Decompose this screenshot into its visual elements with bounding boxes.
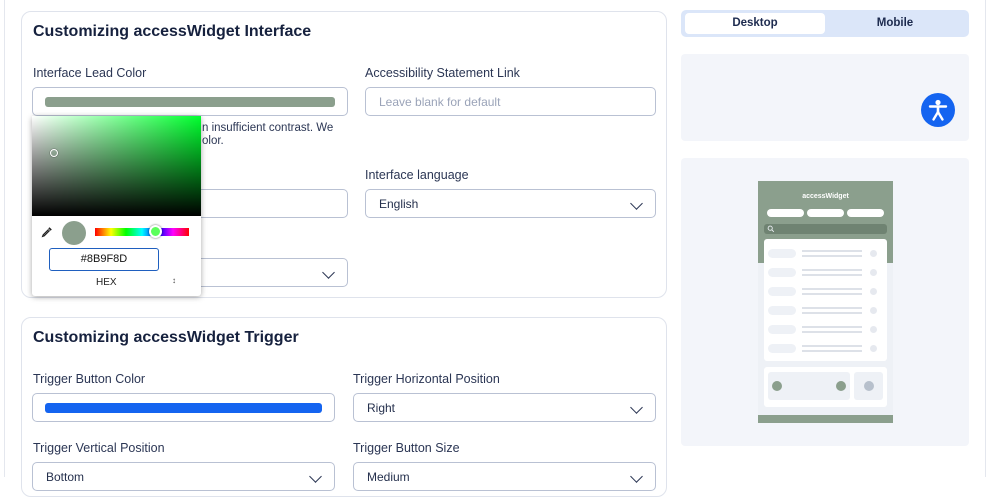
saturation-handle[interactable] bbox=[50, 149, 58, 157]
button-size-label: Trigger Button Size bbox=[353, 441, 460, 455]
trigger-color-input[interactable] bbox=[32, 393, 335, 422]
list-item bbox=[764, 323, 887, 335]
vertical-position-label: Trigger Vertical Position bbox=[33, 441, 165, 455]
interface-card-title: Customizing accessWidget Interface bbox=[33, 23, 312, 40]
trigger-color-preview-bar bbox=[45, 403, 322, 413]
widget-preview-minus bbox=[772, 381, 782, 391]
widget-preview-pill bbox=[767, 209, 804, 217]
search-icon bbox=[767, 225, 775, 233]
hue-slider[interactable] bbox=[95, 228, 189, 236]
trigger-color-label: Trigger Button Color bbox=[33, 372, 146, 386]
list-item bbox=[764, 304, 887, 316]
statement-link-placeholder: Leave blank for default bbox=[379, 95, 501, 109]
device-toggle: Desktop Mobile bbox=[681, 10, 969, 37]
vertical-position-value: Bottom bbox=[46, 470, 85, 484]
list-item bbox=[764, 266, 887, 278]
horizontal-position-value: Right bbox=[367, 401, 396, 415]
saturation-value-area[interactable] bbox=[32, 116, 201, 216]
widget-preview-pill bbox=[847, 209, 884, 217]
horizontal-position-select[interactable]: Right bbox=[353, 393, 656, 422]
widget-preview-bottom bbox=[764, 367, 887, 407]
chevron-down-icon bbox=[322, 266, 335, 279]
trigger-card-title: Customizing accessWidget Trigger bbox=[33, 329, 299, 346]
language-value: English bbox=[379, 197, 419, 211]
widget-preview-reset bbox=[854, 372, 883, 400]
accessibility-person-icon bbox=[928, 99, 948, 121]
tab-desktop[interactable]: Desktop bbox=[685, 13, 825, 34]
statement-link-input[interactable]: Leave blank for default bbox=[365, 87, 656, 116]
statement-link-label: Accessibility Statement Link bbox=[365, 66, 520, 80]
widget-preview-mock: accessWidget bbox=[758, 181, 893, 423]
widget-preview-slider bbox=[768, 372, 850, 400]
button-size-value: Medium bbox=[367, 470, 410, 484]
widget-preview-list bbox=[764, 239, 887, 361]
chevron-down-icon bbox=[630, 401, 643, 414]
language-select[interactable]: English bbox=[365, 189, 656, 218]
widget-preview-search bbox=[764, 224, 887, 234]
color-picker-popover: #8B9F8D HEX ↕ bbox=[32, 116, 201, 296]
widget-preview-plus bbox=[836, 381, 846, 391]
current-color-swatch bbox=[62, 221, 86, 245]
hex-value-input[interactable]: #8B9F8D bbox=[49, 248, 159, 271]
hue-slider-handle[interactable] bbox=[149, 225, 162, 238]
lead-color-input[interactable] bbox=[32, 87, 348, 116]
widget-preview-pill bbox=[807, 209, 844, 217]
color-mode-label[interactable]: HEX bbox=[96, 277, 117, 288]
contrast-warning-line-2: olor. bbox=[202, 135, 224, 147]
lead-color-preview-bar bbox=[45, 97, 335, 107]
list-item bbox=[764, 342, 887, 354]
accessibility-trigger-button[interactable] bbox=[921, 93, 955, 127]
list-item bbox=[764, 247, 887, 259]
tab-mobile[interactable]: Mobile bbox=[825, 13, 965, 34]
language-label: Interface language bbox=[365, 168, 469, 182]
horizontal-position-label: Trigger Horizontal Position bbox=[353, 372, 500, 386]
contrast-warning-line-1: n insufficient contrast. We bbox=[202, 122, 334, 134]
eyedropper-icon[interactable] bbox=[41, 226, 53, 238]
widget-preview-footer bbox=[758, 415, 893, 423]
chevron-down-icon bbox=[630, 197, 643, 210]
list-item bbox=[764, 285, 887, 297]
widget-preview-title: accessWidget bbox=[802, 193, 849, 200]
lead-color-label: Interface Lead Color bbox=[33, 66, 147, 80]
widget-preview-reset-dot bbox=[864, 381, 874, 391]
up-down-icon[interactable]: ↕ bbox=[172, 276, 176, 285]
